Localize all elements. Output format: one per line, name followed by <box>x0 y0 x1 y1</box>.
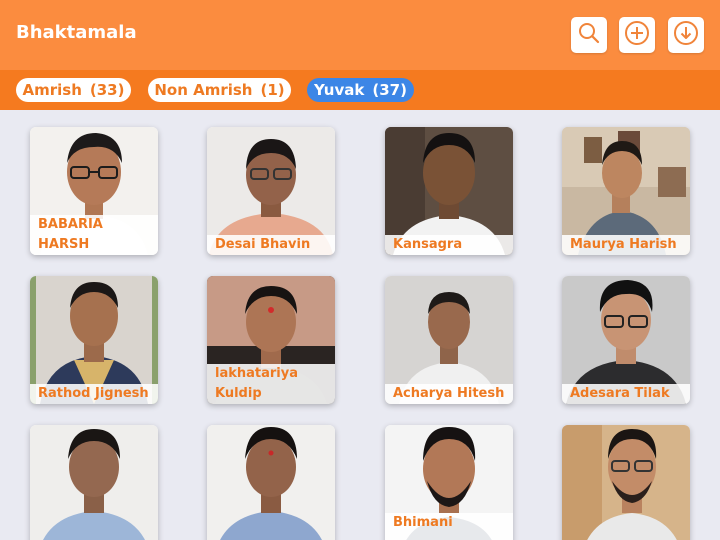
tab-count: (33) <box>89 81 125 99</box>
tab-label: Yuvak <box>314 81 365 99</box>
add-button[interactable] <box>619 17 655 53</box>
member-card[interactable]: Maurya Harish <box>562 127 690 255</box>
member-name-line: Kansagra Alpesh <box>393 237 463 252</box>
member-card[interactable]: Adesara Tilak <box>562 276 690 404</box>
search-button[interactable] <box>571 17 607 53</box>
member-card[interactable] <box>207 425 335 540</box>
download-button[interactable] <box>668 17 704 53</box>
member-name-line: Acharya Hitesh <box>393 386 505 401</box>
member-card[interactable] <box>562 425 690 540</box>
member-name: Adesara Tilak <box>562 384 690 404</box>
member-card[interactable]: Bhimani <box>385 425 513 540</box>
member-card[interactable]: lakhatariya Kuldip <box>207 276 335 404</box>
tab-yuvak[interactable]: Yuvak (37) <box>307 78 414 102</box>
tab-count: (37) <box>372 81 407 99</box>
member-name-line: HARSH <box>38 237 90 252</box>
member-name-line: Bhimani <box>393 515 453 530</box>
member-card[interactable]: Acharya Hitesh <box>385 276 513 404</box>
member-card[interactable]: Kansagra Alpesh <box>385 127 513 255</box>
member-name: Desai Bhavin <box>207 235 335 255</box>
member-name-line: Desai Bhavin <box>215 237 311 252</box>
member-name-line: lakhatariya <box>215 366 299 381</box>
member-card[interactable]: BABARIA HARSH <box>30 127 158 255</box>
member-photo <box>562 425 690 540</box>
member-name-line: Kuldip <box>215 386 262 401</box>
member-photo <box>30 425 158 540</box>
category-tabs: Amrish (33) Non Amrish (1) Yuvak (37) <box>0 70 720 110</box>
member-name-line: Maurya Harish <box>570 237 677 252</box>
member-name-line: Rathod Jignesh <box>38 386 149 401</box>
add-circle-icon <box>624 20 650 50</box>
member-name: Acharya Hitesh <box>385 384 513 404</box>
member-card[interactable]: Rathod Jignesh <box>30 276 158 404</box>
search-icon <box>577 21 601 49</box>
member-photo <box>207 425 335 540</box>
tab-label: Non Amrish <box>154 81 253 99</box>
member-name: Bhimani <box>385 513 513 540</box>
download-circle-icon <box>673 20 699 50</box>
tab-label: Amrish <box>22 81 82 99</box>
member-name: Kansagra Alpesh <box>385 235 513 255</box>
member-card[interactable] <box>30 425 158 540</box>
app-title: Bhaktamala <box>16 22 137 43</box>
tab-amrish[interactable]: Amrish (33) <box>16 78 131 102</box>
member-name-line: Adesara Tilak <box>570 386 670 401</box>
member-name: Rathod Jignesh <box>30 384 158 404</box>
tab-non-amrish[interactable]: Non Amrish (1) <box>148 78 291 102</box>
member-name: Maurya Harish <box>562 235 690 255</box>
member-name-line: BABARIA <box>38 217 103 232</box>
app-header: Bhaktamala <box>0 0 720 70</box>
member-card[interactable]: Desai Bhavin <box>207 127 335 255</box>
member-name: BABARIA HARSH <box>30 215 158 255</box>
member-name: lakhatariya Kuldip <box>207 364 335 404</box>
tab-count: (1) <box>260 81 285 99</box>
